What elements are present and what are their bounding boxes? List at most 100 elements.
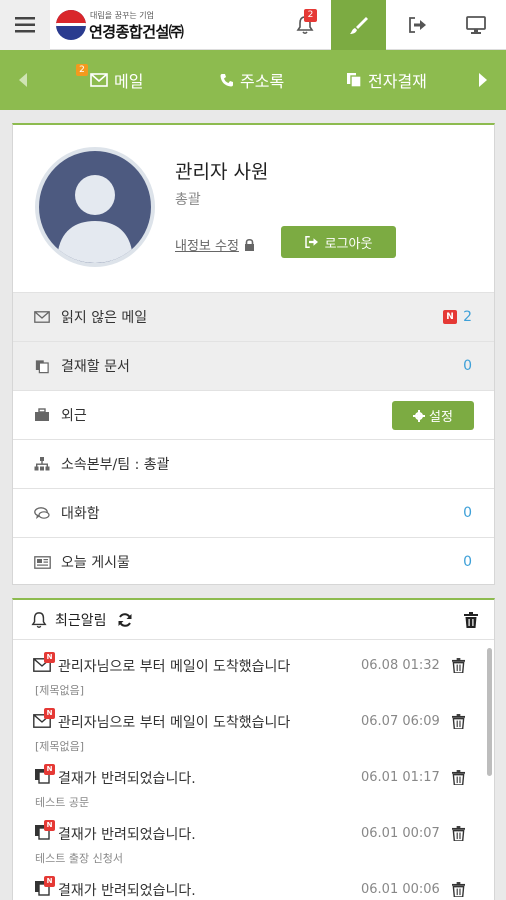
documents-icon (347, 73, 362, 88)
logo-slogan: 대림을 꿈꾸는 기업 (90, 11, 154, 20)
logo-name: 연경종합건설㈜ (89, 23, 184, 41)
delete-notification-button[interactable] (452, 658, 465, 677)
envelope-icon (33, 311, 51, 323)
nav-item-label: 전자결재 (368, 72, 427, 91)
menu-icon (15, 17, 35, 33)
logo-emblem-icon (56, 10, 86, 40)
document-notification-icon: N (33, 820, 55, 840)
delete-notification-button[interactable] (452, 714, 465, 733)
company-logo[interactable]: 대림을 꿈꾸는 기업 연경종합건설㈜ (56, 8, 196, 42)
trash-icon (452, 714, 465, 730)
chevron-left-icon (19, 73, 27, 87)
sign-out-top-button[interactable] (392, 0, 444, 50)
settings-label: 설정 (429, 410, 453, 425)
delete-notification-button[interactable] (452, 882, 465, 900)
nav-next-button[interactable] (468, 50, 498, 110)
notification-time: 06.01 00:06 (361, 882, 440, 897)
recent-notifications-card: 최근알림 N 관리자님으로 부터 메일이 도착했습니다 [제목없음] 06.08… (12, 598, 495, 900)
notification-title: 관리자님으로 부터 메일이 도착했습니다 (58, 659, 291, 675)
notification-time: 06.01 01:17 (361, 770, 440, 785)
top-bar: 대림을 꿈꾸는 기업 연경종합건설㈜ 2 (0, 0, 506, 50)
notifications-header: 최근알림 (13, 600, 494, 640)
gear-icon (413, 409, 426, 422)
new-badge: N (443, 310, 458, 324)
bell-icon (31, 611, 47, 629)
trash-icon (452, 658, 465, 674)
notification-title: 결재가 반려되었습니다. (58, 827, 196, 843)
row-team: 소속본부/팀 : 총괄 (13, 439, 494, 488)
sitemap-icon (33, 457, 51, 471)
pending-docs-count: 0 (463, 358, 472, 374)
row-label: 결재할 문서 (61, 359, 130, 375)
user-name: 관리자 사원 (175, 161, 269, 183)
notification-subtitle: 테스트 공문 (35, 796, 90, 809)
delete-notification-button[interactable] (452, 826, 465, 845)
chat-count: 0 (463, 505, 472, 521)
theme-button[interactable] (331, 0, 386, 50)
nav-item-approval[interactable]: 전자결재 (346, 50, 427, 110)
bell-count-badge: 2 (304, 9, 317, 22)
menu-button[interactable] (0, 0, 50, 50)
briefcase-icon (33, 408, 51, 422)
lock-icon (244, 238, 254, 251)
envelope-icon (90, 73, 108, 87)
row-pending-docs[interactable]: 결재할 문서 0 (13, 341, 494, 390)
avatar (35, 147, 155, 267)
outside-work-settings-button[interactable]: 설정 (392, 401, 474, 430)
chat-icon (33, 506, 51, 520)
row-today-posts[interactable]: 오늘 게시물 0 (13, 537, 494, 586)
notification-time: 06.08 01:32 (361, 658, 440, 673)
sign-out-icon (304, 236, 318, 248)
notification-item[interactable]: N 결재가 반려되었습니다. 06.01 00:06 (13, 870, 494, 900)
notification-item[interactable]: N 관리자님으로 부터 메일이 도착했습니다 [제목없음] 06.08 01:3… (13, 646, 494, 702)
profile-summary-list: 읽지 않은 메일 N2 결재할 문서 0 외근 설정 소속본부/팀 : 총괄 대… (13, 292, 494, 586)
trash-icon (452, 882, 465, 898)
edit-profile-link[interactable]: 내정보 수정 (175, 235, 255, 254)
main-nav: 메일 2 주소록 전자결재 (0, 50, 506, 110)
row-label: 외근 (61, 408, 87, 424)
phone-icon (220, 74, 233, 87)
profile-card: 관리자 사원 총괄 내정보 수정 로그아웃 읽지 않은 메일 N2 결재할 문서… (12, 123, 495, 585)
notification-item[interactable]: N 관리자님으로 부터 메일이 도착했습니다 [제목없음] 06.07 06:0… (13, 702, 494, 758)
mail-count-badge: 2 (76, 64, 88, 76)
delete-all-button[interactable] (464, 612, 478, 632)
nav-item-mail[interactable]: 메일 (90, 50, 143, 110)
document-notification-icon: N (33, 876, 55, 896)
notifications-title: 최근알림 (55, 612, 107, 629)
notification-time: 06.07 06:09 (361, 714, 440, 729)
notification-subtitle: [제목없음] (35, 740, 85, 753)
unread-mail-count: 2 (463, 309, 472, 325)
nav-item-label: 주소록 (240, 72, 285, 91)
notification-subtitle: 테스트 출장 신청서 (35, 852, 123, 865)
notification-item[interactable]: N 결재가 반려되었습니다. 테스트 공문 06.01 01:17 (13, 758, 494, 814)
mail-notification-icon: N (33, 652, 55, 672)
brush-icon (349, 17, 368, 34)
user-department: 총괄 (175, 192, 201, 208)
notification-item[interactable]: N 결재가 반려되었습니다. 테스트 출장 신청서 06.01 00:07 (13, 814, 494, 870)
notification-title: 결재가 반려되었습니다. (58, 883, 196, 899)
newspaper-icon (33, 555, 51, 569)
notification-subtitle: [제목없음] (35, 684, 85, 697)
mail-notification-icon: N (33, 708, 55, 728)
row-label: 대화함 (61, 506, 100, 522)
delete-notification-button[interactable] (452, 770, 465, 789)
refresh-icon[interactable] (117, 612, 133, 628)
nav-item-label: 메일 (114, 72, 144, 91)
logout-button[interactable]: 로그아웃 (281, 226, 396, 258)
row-unread-mail[interactable]: 읽지 않은 메일 N2 (13, 292, 494, 341)
row-label: 소속본부/팀 : 총괄 (61, 457, 170, 473)
edit-profile-label: 내정보 수정 (175, 239, 239, 254)
row-chat[interactable]: 대화함 0 (13, 488, 494, 537)
logout-label: 로그아웃 (324, 236, 373, 252)
chevron-right-icon (479, 73, 487, 87)
trash-icon (452, 826, 465, 842)
document-notification-icon: N (33, 764, 55, 784)
documents-icon (33, 359, 51, 374)
row-value: N2 (443, 309, 472, 325)
desktop-view-button[interactable] (448, 0, 503, 50)
nav-prev-button[interactable] (8, 50, 38, 110)
nav-item-contacts[interactable]: 주소록 (220, 50, 284, 110)
notification-scrollbar[interactable] (487, 648, 492, 776)
notification-list: N 관리자님으로 부터 메일이 도착했습니다 [제목없음] 06.08 01:3… (13, 646, 494, 900)
notification-bell-button[interactable] (280, 0, 330, 50)
